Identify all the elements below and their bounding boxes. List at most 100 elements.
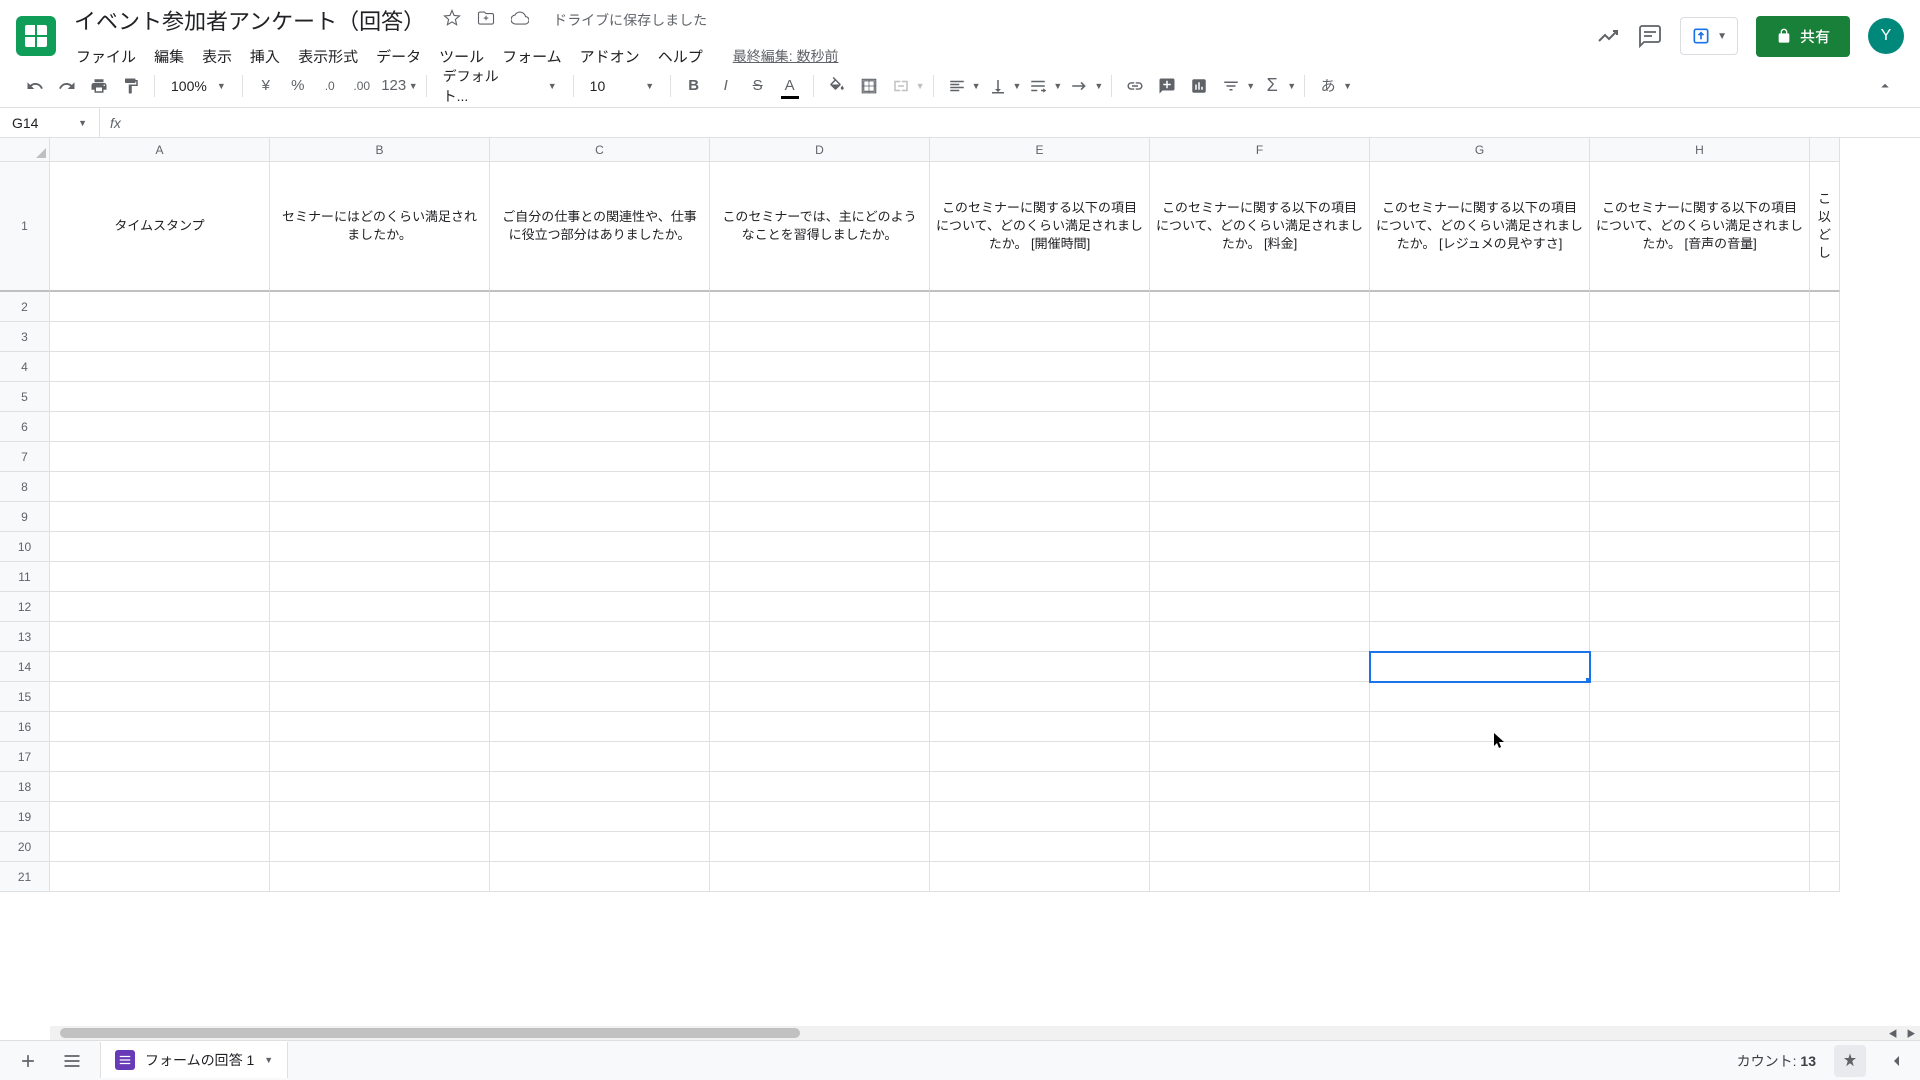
cell[interactable] [710,442,930,472]
row-header[interactable]: 13 [0,622,50,652]
cell[interactable] [1150,442,1370,472]
filter-button[interactable]: ▼ [1216,71,1255,101]
cell[interactable] [1810,862,1840,892]
cell[interactable] [270,652,490,682]
undo-button[interactable] [20,71,50,101]
cell[interactable] [930,802,1150,832]
horizontal-scrollbar-thumb[interactable] [60,1028,800,1038]
cell[interactable] [1150,742,1370,772]
cell[interactable] [930,442,1150,472]
cell[interactable] [1370,322,1590,352]
cell[interactable] [710,802,930,832]
cell[interactable] [710,412,930,442]
cell[interactable] [930,772,1150,802]
cell[interactable] [490,592,710,622]
row-header[interactable]: 9 [0,502,50,532]
cell[interactable] [490,562,710,592]
menu-insert[interactable]: 挿入 [242,42,288,71]
menu-file[interactable]: ファイル [68,42,144,71]
cell[interactable] [1370,772,1590,802]
cell[interactable] [1810,352,1840,382]
cell[interactable] [930,382,1150,412]
cell[interactable] [710,862,930,892]
cell[interactable] [1810,712,1840,742]
cell[interactable] [490,862,710,892]
sheet-tab[interactable]: フォームの回答 1 ▼ [100,1042,288,1078]
row-header[interactable]: 12 [0,592,50,622]
cell[interactable] [1150,862,1370,892]
cell[interactable] [490,442,710,472]
h-align-button[interactable]: ▼ [942,71,981,101]
cell[interactable] [490,802,710,832]
row-header[interactable]: 3 [0,322,50,352]
doc-title[interactable]: イベント参加者アンケート（回答） [68,2,431,38]
cell[interactable] [1810,472,1840,502]
cell[interactable] [930,712,1150,742]
cell[interactable] [710,592,930,622]
cell[interactable] [270,292,490,322]
cell[interactable] [710,532,930,562]
cell[interactable] [270,772,490,802]
borders-button[interactable] [854,71,884,101]
cell[interactable] [710,832,930,862]
row-header[interactable]: 5 [0,382,50,412]
format-percent-button[interactable]: % [283,71,313,101]
cell[interactable] [1590,622,1810,652]
cell[interactable]: このセミナーに関する以下の項目について、どのくらい満足されましたか。 [料金] [1150,162,1370,292]
cell[interactable] [1150,562,1370,592]
cell[interactable] [710,652,930,682]
cell[interactable] [710,352,930,382]
cell[interactable]: このセミナーでは、主にどのようなことを習得しましたか。 [710,162,930,292]
cell[interactable] [1590,442,1810,472]
cell[interactable] [490,532,710,562]
present-button[interactable]: ▼ [1680,17,1738,55]
cell[interactable] [490,712,710,742]
cell[interactable] [490,682,710,712]
cell[interactable] [270,322,490,352]
cell[interactable] [50,862,270,892]
insert-comment-button[interactable] [1152,71,1182,101]
cell[interactable] [930,742,1150,772]
cell[interactable] [1150,292,1370,322]
cell[interactable] [1370,592,1590,622]
cell[interactable] [1370,442,1590,472]
cell[interactable] [1370,352,1590,382]
cell[interactable] [1370,802,1590,832]
horizontal-scrollbar[interactable] [50,1026,1900,1040]
cell[interactable] [1370,742,1590,772]
cell[interactable] [710,562,930,592]
cell[interactable] [1150,532,1370,562]
cell[interactable] [1590,532,1810,562]
text-color-button[interactable]: A [775,71,805,101]
cell[interactable] [490,472,710,502]
cell[interactable]: タイムスタンプ [50,162,270,292]
cell[interactable] [1150,622,1370,652]
cell[interactable] [710,322,930,352]
cell[interactable] [1590,562,1810,592]
v-align-button[interactable]: ▼ [983,71,1022,101]
cell[interactable] [930,292,1150,322]
cell[interactable] [1370,832,1590,862]
cell[interactable] [50,472,270,502]
cell[interactable] [1810,442,1840,472]
cell[interactable] [1370,652,1590,682]
cell[interactable] [930,502,1150,532]
cell[interactable] [930,832,1150,862]
zoom-select[interactable]: 100%▼ [163,78,234,94]
row-header[interactable]: 4 [0,352,50,382]
cell[interactable] [930,862,1150,892]
cell[interactable] [490,652,710,682]
print-button[interactable] [84,71,114,101]
comment-icon[interactable] [1638,24,1662,48]
row-header[interactable]: 16 [0,712,50,742]
cell[interactable] [1810,592,1840,622]
cell[interactable] [930,352,1150,382]
cell[interactable] [930,412,1150,442]
cell[interactable]: こ 以 ど し [1810,162,1840,292]
format-currency-button[interactable]: ¥ [251,71,281,101]
cell[interactable] [1590,472,1810,502]
cell[interactable] [1370,862,1590,892]
cell[interactable] [1590,352,1810,382]
cell[interactable] [930,472,1150,502]
share-button[interactable]: 共有 [1756,16,1850,57]
